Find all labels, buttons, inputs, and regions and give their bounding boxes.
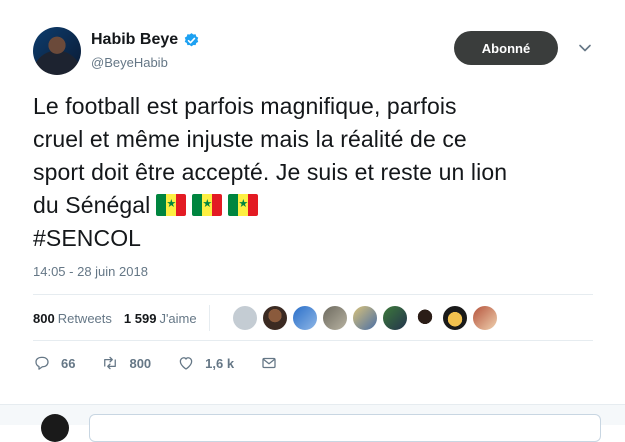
liker-avatar[interactable] [381, 305, 408, 331]
like-button[interactable]: 1,6 k [177, 354, 234, 372]
envelope-icon [262, 357, 276, 369]
tweet-stats: 800 Retweets 1 599 J'aime [33, 305, 502, 331]
senegal-flag-icon [228, 194, 259, 216]
tweet-text: Le football est parfois magnifique, parf… [33, 90, 608, 255]
reply-input[interactable] [89, 414, 601, 442]
divider [33, 340, 593, 341]
retweets-count: 800 [33, 310, 55, 326]
liker-avatar[interactable] [261, 305, 288, 331]
tweet-actions: 66 800 1,6 k [33, 354, 314, 372]
retweets-stat[interactable]: 800 Retweets [33, 311, 112, 326]
retweet-count: 800 [129, 355, 152, 371]
author-name-row: Habib Beye [91, 31, 200, 49]
retweet-button[interactable]: 800 [101, 354, 151, 372]
tweet-header: Habib Beye @BeyeHabib Abonné [33, 27, 625, 77]
like-count: 1,6 k [205, 355, 235, 371]
direct-message-button[interactable] [260, 354, 288, 372]
senegal-flag-icon [192, 194, 223, 216]
tweet-timestamp[interactable]: 14:05 - 28 juin 2018 [33, 264, 148, 279]
following-button[interactable]: Abonné [454, 31, 558, 65]
current-user-avatar [41, 414, 69, 442]
liker-avatar[interactable] [231, 305, 258, 331]
liker-avatar[interactable] [441, 305, 468, 331]
liker-avatars [231, 305, 502, 331]
likes-stat[interactable]: 1 599 J'aime [124, 311, 197, 326]
reply-count: 66 [61, 355, 76, 371]
divider [33, 294, 593, 295]
liker-avatar[interactable] [291, 305, 318, 331]
author-handle[interactable]: @BeyeHabib [91, 55, 168, 70]
verified-badge-icon [184, 32, 199, 46]
likes-label: J'aime [159, 310, 197, 326]
tweet-text-line-with-flags: du Sénégal [33, 189, 608, 222]
liker-avatar[interactable] [351, 305, 378, 331]
retweet-icon [104, 356, 117, 370]
tweet-text-segment: du Sénégal [33, 192, 151, 218]
tweet-text-line: cruel et même injuste mais la réalité de… [33, 126, 467, 152]
liker-avatar[interactable] [411, 305, 438, 331]
reply-icon [35, 356, 49, 370]
hashtag-link[interactable]: #SENCOL [33, 222, 608, 255]
stats-separator [208, 305, 210, 331]
senegal-flag-icon [156, 194, 187, 216]
retweets-label: Retweets [57, 310, 112, 326]
tweet-text-line: Le football est parfois magnifique, parf… [33, 93, 457, 119]
reply-button[interactable]: 66 [33, 354, 75, 372]
liker-avatar[interactable] [321, 305, 348, 331]
heart-icon [179, 357, 193, 370]
chevron-down-icon[interactable] [578, 41, 592, 55]
likes-count: 1 599 [123, 310, 157, 326]
author-display-name[interactable]: Habib Beye [91, 31, 178, 49]
author-avatar[interactable] [33, 27, 81, 75]
tweet-text-line: sport doit être accepté. Je suis et rest… [33, 159, 508, 185]
liker-avatar[interactable] [471, 305, 498, 331]
